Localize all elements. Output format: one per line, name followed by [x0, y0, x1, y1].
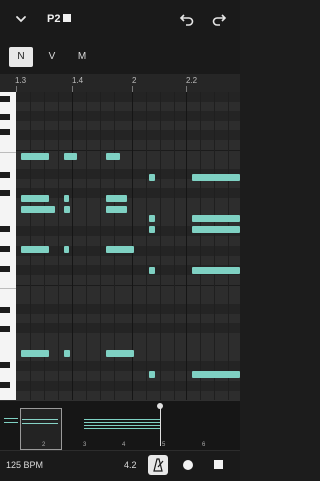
- note[interactable]: [192, 174, 240, 181]
- playhead[interactable]: [160, 406, 161, 446]
- grid-row-dark: [16, 381, 240, 391]
- grid-row-dark: [16, 323, 240, 333]
- note[interactable]: [192, 371, 240, 378]
- note[interactable]: [64, 153, 77, 160]
- ruler-label: 2.2: [186, 76, 198, 85]
- black-key[interactable]: [0, 114, 10, 120]
- position-display: 4.2: [124, 460, 137, 470]
- overview-bar-number: 2: [42, 442, 46, 448]
- overview-bar-number: 3: [83, 442, 87, 448]
- note[interactable]: [21, 153, 49, 160]
- note[interactable]: [21, 206, 55, 213]
- overview-bar-number: 5: [162, 442, 166, 448]
- note[interactable]: [192, 226, 240, 233]
- overview-note: [4, 422, 18, 423]
- redo-icon[interactable]: [210, 10, 228, 28]
- note[interactable]: [21, 246, 49, 253]
- grid-line: [214, 92, 215, 400]
- beat-line: [186, 92, 187, 400]
- grid-row-dark: [16, 188, 240, 198]
- grid-row-dark: [16, 111, 240, 121]
- black-key[interactable]: [0, 172, 10, 178]
- pattern-stop-icon[interactable]: [63, 14, 71, 22]
- timeline-ruler[interactable]: 1.3 1.4 2 2.2: [0, 74, 240, 93]
- record-icon[interactable]: [183, 460, 193, 470]
- grid-row-dark: [16, 304, 240, 314]
- black-key[interactable]: [0, 226, 10, 232]
- overview-viewport[interactable]: [20, 408, 62, 450]
- pattern-title[interactable]: P2: [47, 13, 60, 25]
- mode-selector: N V M: [0, 40, 240, 74]
- grid-line: [58, 92, 59, 400]
- tempo-display[interactable]: 125 BPM: [6, 460, 43, 470]
- black-key[interactable]: [0, 96, 10, 102]
- piano-keyboard[interactable]: [0, 92, 16, 400]
- note[interactable]: [64, 350, 70, 357]
- key-divider: [0, 288, 16, 289]
- note[interactable]: [149, 371, 155, 378]
- note[interactable]: [64, 195, 69, 202]
- black-key[interactable]: [0, 266, 10, 272]
- chevron-down-icon[interactable]: [12, 10, 30, 28]
- overview-note: [84, 419, 160, 420]
- black-key[interactable]: [0, 382, 10, 388]
- note[interactable]: [106, 206, 127, 213]
- overview-note: [84, 422, 160, 423]
- overview-bar-number: 4: [122, 442, 126, 448]
- grid-line: [160, 92, 161, 400]
- note[interactable]: [149, 215, 155, 222]
- grid-line: [100, 92, 101, 400]
- black-key[interactable]: [0, 129, 10, 135]
- black-key[interactable]: [0, 326, 10, 332]
- top-bar: [0, 0, 240, 40]
- overview-bar-number: 6: [202, 442, 206, 448]
- octave-line: [16, 285, 240, 286]
- grid-line: [200, 92, 201, 400]
- ruler-label: 1.3: [15, 76, 27, 85]
- note[interactable]: [106, 153, 120, 160]
- mode-modulation-button[interactable]: M: [70, 47, 94, 67]
- note[interactable]: [64, 246, 69, 253]
- black-key[interactable]: [0, 246, 10, 252]
- grid-row-dark: [16, 92, 240, 102]
- octave-line: [16, 150, 240, 151]
- note[interactable]: [149, 174, 155, 181]
- overview-note: [84, 428, 160, 429]
- ruler-label: 1.4: [72, 76, 84, 85]
- note[interactable]: [149, 226, 155, 233]
- grid-line: [228, 92, 229, 400]
- piano-roll-grid[interactable]: [16, 92, 240, 400]
- key-divider: [0, 152, 16, 153]
- overview-note: [4, 418, 18, 419]
- grid-line: [86, 92, 87, 400]
- note[interactable]: [149, 267, 155, 274]
- ruler-label: 2: [132, 76, 137, 85]
- black-key[interactable]: [0, 190, 10, 196]
- black-key[interactable]: [0, 362, 10, 368]
- grid-line: [174, 92, 175, 400]
- note[interactable]: [64, 206, 70, 213]
- black-key[interactable]: [0, 307, 10, 313]
- mode-velocity-button[interactable]: V: [40, 47, 64, 67]
- note[interactable]: [106, 350, 134, 357]
- note[interactable]: [21, 350, 49, 357]
- playhead-handle[interactable]: [157, 403, 163, 409]
- note[interactable]: [192, 215, 240, 222]
- grid-row-dark: [16, 130, 240, 140]
- grid-line: [146, 92, 147, 400]
- overview-note: [84, 425, 160, 426]
- metronome-icon[interactable]: [148, 455, 168, 475]
- grid-row-dark: [16, 361, 240, 371]
- stop-icon[interactable]: [214, 460, 223, 469]
- note[interactable]: [21, 195, 49, 202]
- note[interactable]: [106, 246, 134, 253]
- note[interactable]: [106, 195, 127, 202]
- undo-icon[interactable]: [178, 10, 196, 28]
- mode-note-button[interactable]: N: [9, 47, 33, 67]
- beat-line: [72, 92, 73, 400]
- note[interactable]: [192, 267, 240, 274]
